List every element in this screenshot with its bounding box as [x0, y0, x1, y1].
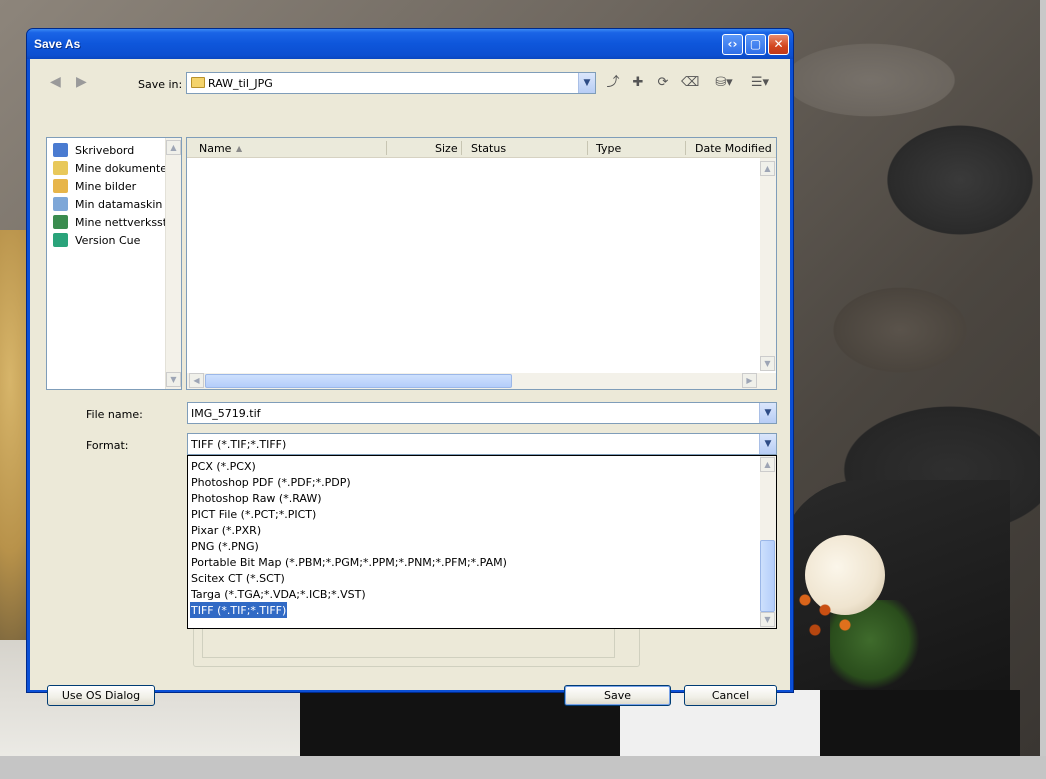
save-button[interactable]: Save: [564, 685, 671, 706]
back-arrow-icon[interactable]: ◀: [50, 75, 66, 89]
refresh-icon[interactable]: ⟳: [654, 74, 672, 92]
title-bar[interactable]: Save As ‹› ▢ ✕: [27, 29, 793, 59]
file-name-field[interactable]: IMG_5719.tif ▼: [187, 402, 777, 424]
dialog-title: Save As: [34, 37, 81, 51]
desktop-icon: [53, 143, 68, 157]
column-separator: [587, 141, 588, 155]
format-value: TIFF (*.TIF;*.TIFF): [191, 438, 287, 451]
save-in-label: Save in:: [138, 78, 183, 91]
network-places-icon: [53, 215, 68, 229]
folder-icon: [191, 77, 205, 88]
scroll-up-icon[interactable]: ▲: [166, 140, 181, 155]
format-label: Format:: [86, 439, 129, 452]
drive-menu-icon[interactable]: ⛁▾: [710, 74, 738, 92]
help-icon[interactable]: ‹›: [722, 34, 743, 55]
save-in-dropdown-button[interactable]: ▼: [578, 73, 595, 93]
places-scrollbar[interactable]: ▲ ▼: [165, 138, 181, 389]
my-computer-icon: [53, 197, 68, 211]
scroll-left-icon[interactable]: ◀: [189, 373, 204, 388]
close-button[interactable]: ✕: [768, 34, 789, 55]
column-name[interactable]: Name: [199, 142, 231, 155]
photo-berries: [795, 590, 875, 650]
column-type[interactable]: Type: [596, 142, 621, 155]
save-in-combo[interactable]: RAW_til_JPG ▼: [186, 72, 596, 94]
up-folder-icon[interactable]: ⤴: [604, 74, 622, 92]
place-mine-nettverkssteder[interactable]: Mine nettverkssteder: [53, 214, 165, 230]
new-folder-icon[interactable]: ✚: [629, 74, 647, 92]
file-list-horizontal-scrollbar[interactable]: ◀ ▶: [187, 373, 776, 389]
scroll-up-icon[interactable]: ▲: [760, 161, 775, 176]
bottom-strip: [0, 756, 1046, 779]
format-dropdown-button[interactable]: ▼: [759, 434, 776, 454]
format-option[interactable]: PICT File (*.PCT;*.PICT): [190, 506, 317, 522]
format-option[interactable]: PCX (*.PCX): [190, 458, 257, 474]
scroll-up-icon[interactable]: ▲: [760, 457, 775, 472]
use-os-dialog-button[interactable]: Use OS Dialog: [47, 685, 155, 706]
column-separator: [685, 141, 686, 155]
column-status[interactable]: Status: [471, 142, 506, 155]
file-name-label: File name:: [86, 408, 143, 421]
column-size[interactable]: Size: [435, 142, 458, 155]
my-documents-icon: [53, 161, 68, 175]
file-name-value: IMG_5719.tif: [191, 407, 261, 420]
format-scroll-thumb[interactable]: [760, 540, 775, 612]
format-option[interactable]: Targa (*.TGA;*.VDA;*.ICB;*.VST): [190, 586, 367, 602]
file-list-vertical-scrollbar[interactable]: ▲ ▼: [760, 158, 776, 371]
column-date-modified[interactable]: Date Modified: [695, 142, 772, 155]
places-bar: Skrivebord Mine dokumenter Mine bilder M…: [46, 137, 182, 390]
format-option[interactable]: Photoshop Raw (*.RAW): [190, 490, 323, 506]
horizontal-scroll-thumb[interactable]: [205, 374, 512, 388]
format-dropdown-list[interactable]: PCX (*.PCX) Photoshop PDF (*.PDF;*.PDP) …: [187, 455, 777, 629]
forward-arrow-icon[interactable]: ▶: [76, 75, 92, 89]
column-separator: [386, 141, 387, 155]
format-option[interactable]: Scitex CT (*.SCT): [190, 570, 286, 586]
view-menu-icon[interactable]: ☰▾: [746, 74, 774, 92]
file-name-dropdown-button[interactable]: ▼: [759, 403, 776, 423]
save-in-value: RAW_til_JPG: [208, 77, 273, 90]
format-select[interactable]: TIFF (*.TIF;*.TIFF) ▼: [187, 433, 777, 455]
my-pictures-icon: [53, 179, 68, 193]
scroll-down-icon[interactable]: ▼: [760, 612, 775, 627]
scroll-down-icon[interactable]: ▼: [166, 372, 181, 387]
save-as-dialog: Save As ‹› ▢ ✕ ◀ ▶ Save in: RAW_til_JPG …: [26, 28, 794, 706]
format-option[interactable]: PNG (*.PNG): [190, 538, 260, 554]
format-option[interactable]: Photoshop PDF (*.PDF;*.PDP): [190, 474, 352, 490]
scroll-right-icon[interactable]: ▶: [742, 373, 757, 388]
format-option[interactable]: Portable Bit Map (*.PBM;*.PGM;*.PPM;*.PN…: [190, 554, 508, 570]
delete-icon[interactable]: ⌫: [681, 74, 699, 92]
scroll-down-icon[interactable]: ▼: [760, 356, 775, 371]
file-list-header: Name ▲ Size Status Type Date Modified: [187, 138, 776, 158]
file-list[interactable]: Name ▲ Size Status Type Date Modified ▲ …: [186, 137, 777, 390]
cancel-button[interactable]: Cancel: [684, 685, 777, 706]
sort-asc-icon: ▲: [236, 144, 243, 153]
format-list-scrollbar[interactable]: ▲ ▼: [760, 456, 776, 628]
maximize-button[interactable]: ▢: [745, 34, 766, 55]
version-cue-icon: [53, 233, 68, 247]
format-option-selected[interactable]: TIFF (*.TIF;*.TIFF): [188, 601, 289, 619]
column-separator: [461, 141, 462, 155]
format-option[interactable]: Pixar (*.PXR): [190, 522, 262, 538]
dialog-client-area: ◀ ▶ Save in: RAW_til_JPG ▼ ⤴ ✚ ⟳ ⌫ ⛁▾ ☰▾…: [30, 59, 790, 706]
